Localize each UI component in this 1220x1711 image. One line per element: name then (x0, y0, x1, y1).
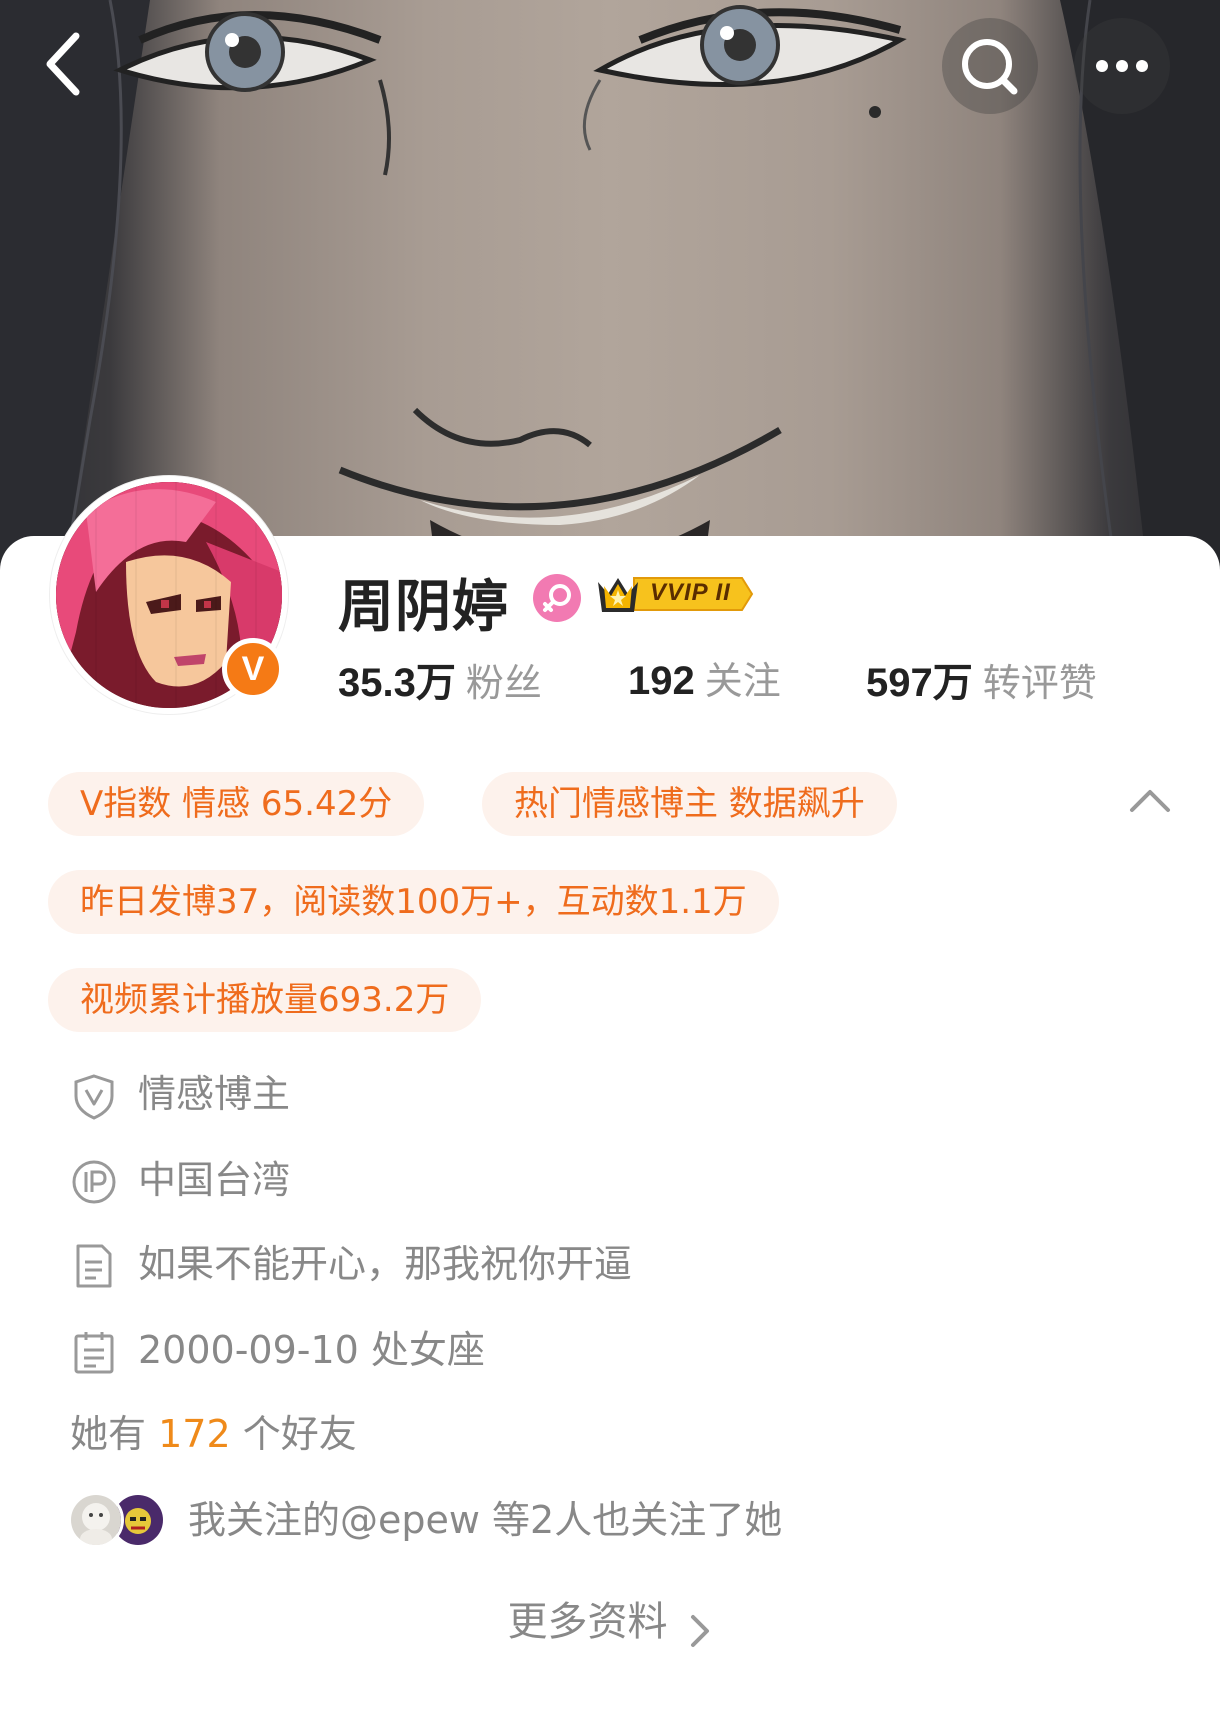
stat-label: 转评赞 (982, 661, 1097, 705)
more-info-label: 更多资料 (507, 1599, 668, 1645)
v-index-tag[interactable]: V指数 情感 65.42分 (48, 772, 425, 836)
profile-name: 周阴婷 (338, 575, 509, 640)
vip-badge[interactable]: VVIP II (594, 572, 754, 616)
yesterday-stats-tag[interactable]: 昨日发博37，阅读数100万+，互动数1.1万 (48, 870, 779, 934)
search-button[interactable] (942, 18, 1038, 114)
stat-label: 粉丝 (465, 661, 542, 705)
more-button[interactable] (1074, 18, 1170, 114)
birthday-text: 2000-09-10 处女座 (138, 1328, 485, 1372)
friends-suffix: 个好友 (242, 1412, 357, 1456)
chevron-left-icon (46, 32, 80, 96)
chevron-right-icon (690, 1614, 709, 1647)
stat-value: 192 (628, 659, 695, 703)
shield-v-icon (74, 1074, 114, 1120)
stat-value: 35.3万 (338, 661, 456, 705)
verified-badge: V (222, 638, 284, 700)
ip-text: 中国台湾 (138, 1158, 291, 1202)
stat-label: 关注 (704, 659, 781, 703)
search-icon (962, 39, 1018, 95)
hot-blogger-tag[interactable]: 热门情感博主 数据飙升 (482, 772, 897, 836)
document-icon (76, 1244, 112, 1288)
stat-reposts-comments-likes[interactable]: 597万 转评赞 (866, 650, 1097, 708)
back-button[interactable] (36, 26, 96, 102)
more-horizontal-icon (1096, 60, 1148, 72)
category-text: 情感博主 (138, 1072, 291, 1116)
chevron-up-icon[interactable] (1128, 786, 1172, 814)
mutual-text: 我关注的@epew 等2人也关注了她 (188, 1498, 783, 1542)
friends-number: 172 (158, 1412, 231, 1456)
vip-label: VVIP II (650, 579, 731, 606)
calendar-icon (74, 1332, 114, 1374)
stat-followers[interactable]: 35.3万 粉丝 (338, 650, 542, 708)
stat-following[interactable]: 192 关注 (628, 650, 781, 705)
stat-value: 597万 (866, 661, 973, 705)
friends-prefix: 她有 (70, 1412, 147, 1456)
ip-location-icon (72, 1160, 116, 1204)
more-info-button[interactable]: 更多资料 (0, 1592, 1220, 1652)
mutual-avatar (68, 1492, 124, 1548)
bio-text: 如果不能开心，那我祝你开逼 (138, 1242, 633, 1286)
video-views-tag[interactable]: 视频累计播放量693.2万 (48, 968, 482, 1032)
friends-count[interactable]: 她有 172 个好友 (70, 1404, 357, 1464)
female-icon (533, 574, 581, 622)
